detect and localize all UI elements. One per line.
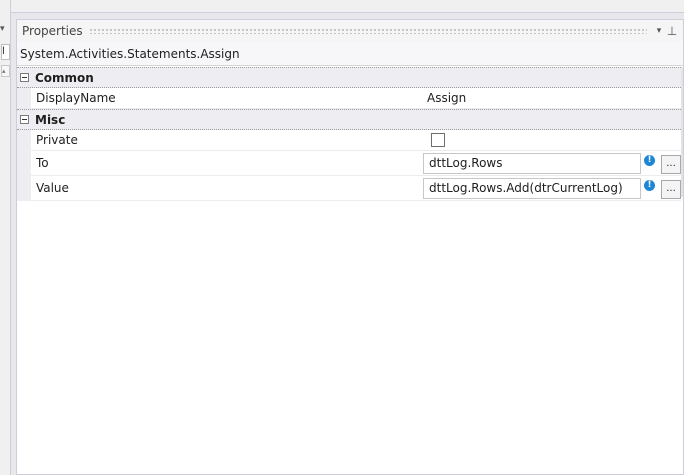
property-row-private[interactable]: Private — [17, 130, 681, 151]
category-label: Common — [35, 70, 94, 85]
properties-titlebar[interactable]: Properties ▾ ⊥ — [17, 20, 683, 42]
adjacent-panel-field[interactable]: l — [1, 44, 10, 60]
property-value[interactable]: Assign — [427, 91, 466, 105]
top-panel-border — [10, 0, 684, 13]
panel-title: Properties — [22, 24, 83, 38]
to-expression-input[interactable]: dttLog.Rows — [423, 152, 641, 174]
displayname-value[interactable]: Assign — [424, 88, 681, 109]
warning-icon[interactable]: ! — [644, 154, 655, 166]
to-value-cell: dttLog.Rows ! ... — [422, 151, 681, 176]
expression-text: dttLog.Rows — [429, 156, 503, 170]
value-expression-input[interactable]: dttLog.Rows.Add(dtrCurrentLog) — [423, 177, 641, 199]
value-ellipsis-button[interactable]: ... — [661, 179, 681, 199]
category-misc[interactable]: Misc — [17, 109, 681, 130]
property-name: To — [30, 151, 422, 176]
property-row-to[interactable]: To dttLog.Rows ! ... — [17, 151, 681, 176]
property-name: Value — [30, 176, 422, 201]
value-value-cell: dttLog.Rows.Add(dtrCurrentLog) ! ... — [422, 176, 681, 201]
collapse-icon[interactable] — [20, 115, 29, 124]
property-grid: Common DisplayName Assign Misc Private T… — [17, 67, 681, 201]
adjacent-panel-button[interactable]: ▴ — [1, 65, 10, 77]
property-name: Private — [31, 130, 424, 151]
private-value-cell — [424, 130, 681, 151]
row-gutter — [17, 130, 31, 151]
to-ellipsis-button[interactable]: ... — [661, 154, 681, 174]
expression-text: dttLog.Rows.Add(dtrCurrentLog) — [429, 181, 623, 195]
row-gutter — [17, 88, 31, 109]
private-checkbox[interactable] — [431, 133, 445, 147]
drag-grip[interactable] — [88, 28, 647, 34]
row-gutter — [17, 151, 31, 176]
properties-panel: Properties ▾ ⊥ System.Activities.Stateme… — [16, 19, 684, 475]
chevron-down-icon[interactable]: ▾ — [0, 24, 5, 34]
row-gutter — [17, 176, 31, 201]
property-row-displayname[interactable]: DisplayName Assign — [17, 88, 681, 109]
property-name: DisplayName — [31, 88, 424, 109]
scrollbar-edge[interactable] — [681, 67, 683, 197]
category-label: Misc — [35, 112, 66, 127]
adjacent-panel-edge: ▾ l ▴ — [0, 0, 11, 475]
dropdown-arrow-icon[interactable]: ▾ — [653, 26, 665, 36]
category-common[interactable]: Common — [17, 67, 681, 88]
property-row-value[interactable]: Value dttLog.Rows.Add(dtrCurrentLog) ! .… — [17, 176, 681, 201]
pin-icon[interactable]: ⊥ — [665, 24, 679, 38]
collapse-icon[interactable] — [20, 73, 29, 82]
selected-object-type: System.Activities.Statements.Assign — [17, 42, 683, 66]
warning-icon[interactable]: ! — [644, 179, 655, 191]
